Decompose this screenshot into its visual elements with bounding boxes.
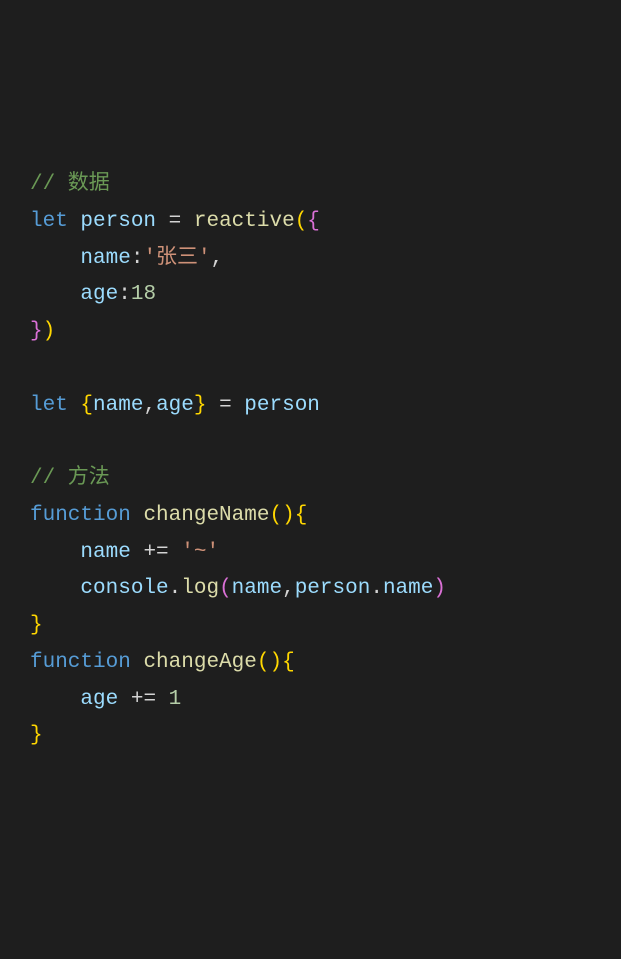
comma: , (143, 394, 156, 417)
string-tilde: '~' (181, 541, 219, 564)
number-18: 18 (131, 283, 156, 306)
keyword-function: function (30, 651, 131, 674)
paren-open: ( (219, 577, 232, 600)
colon: : (131, 247, 144, 270)
comment-data: // 数据 (30, 173, 110, 196)
parens: () (257, 651, 282, 674)
code-line-8 (30, 424, 591, 461)
brace-open: { (307, 210, 320, 233)
var-person: person (295, 577, 371, 600)
colon: : (118, 283, 131, 306)
code-line-1: // 数据 (30, 167, 591, 204)
brace-open: { (282, 651, 295, 674)
brace-close: } (30, 614, 43, 637)
brace-open: { (80, 394, 93, 417)
indent (30, 577, 80, 600)
indent (30, 247, 80, 270)
parens: () (269, 504, 294, 527)
brace-close: } (30, 724, 43, 747)
code-line-9: // 方法 (30, 461, 591, 498)
var-person: person (244, 394, 320, 417)
code-line-4: age:18 (30, 277, 591, 314)
keyword-function: function (30, 504, 131, 527)
paren-close: ) (433, 577, 446, 600)
code-line-2: let person = reactive({ (30, 204, 591, 241)
paren-open: ( (295, 210, 308, 233)
code-line-6 (30, 351, 591, 388)
string-zhangsan: '张三' (143, 247, 210, 270)
brace-close: } (194, 394, 207, 417)
indent (30, 283, 80, 306)
dot: . (370, 577, 383, 600)
fn-log: log (181, 577, 219, 600)
code-line-11: name += '~' (30, 535, 591, 572)
fn-reactive: reactive (194, 210, 295, 233)
prop-name: name (80, 247, 130, 270)
var-name: name (93, 394, 143, 417)
keyword-let: let (30, 210, 68, 233)
code-line-7: let {name,age} = person (30, 388, 591, 425)
comma: , (282, 577, 295, 600)
dot: . (169, 577, 182, 600)
paren-close: ) (43, 320, 56, 343)
prop-name: name (383, 577, 433, 600)
code-line-14: function changeAge(){ (30, 645, 591, 682)
fn-changeage: changeAge (143, 651, 256, 674)
indent (30, 541, 80, 564)
code-editor[interactable]: // 数据let person = reactive({ name:'张三', … (30, 167, 591, 755)
code-line-12: console.log(name,person.name) (30, 571, 591, 608)
comment-methods: // 方法 (30, 467, 110, 490)
prop-age: age (80, 283, 118, 306)
code-line-15: age += 1 (30, 682, 591, 719)
comma: , (211, 247, 224, 270)
fn-changename: changeName (143, 504, 269, 527)
code-line-13: } (30, 608, 591, 645)
var-console: console (80, 577, 168, 600)
code-line-5: }) (30, 314, 591, 351)
var-name: name (80, 541, 130, 564)
var-age: age (156, 394, 194, 417)
keyword-let: let (30, 394, 68, 417)
operator-pluseq: += (131, 541, 181, 564)
code-line-16: } (30, 718, 591, 755)
code-line-10: function changeName(){ (30, 498, 591, 535)
var-person: person (80, 210, 156, 233)
var-name: name (232, 577, 282, 600)
operator-eq: = (206, 394, 244, 417)
operator-eq: = (156, 210, 194, 233)
brace-open: { (295, 504, 308, 527)
brace-close: } (30, 320, 43, 343)
code-line-3: name:'张三', (30, 241, 591, 278)
